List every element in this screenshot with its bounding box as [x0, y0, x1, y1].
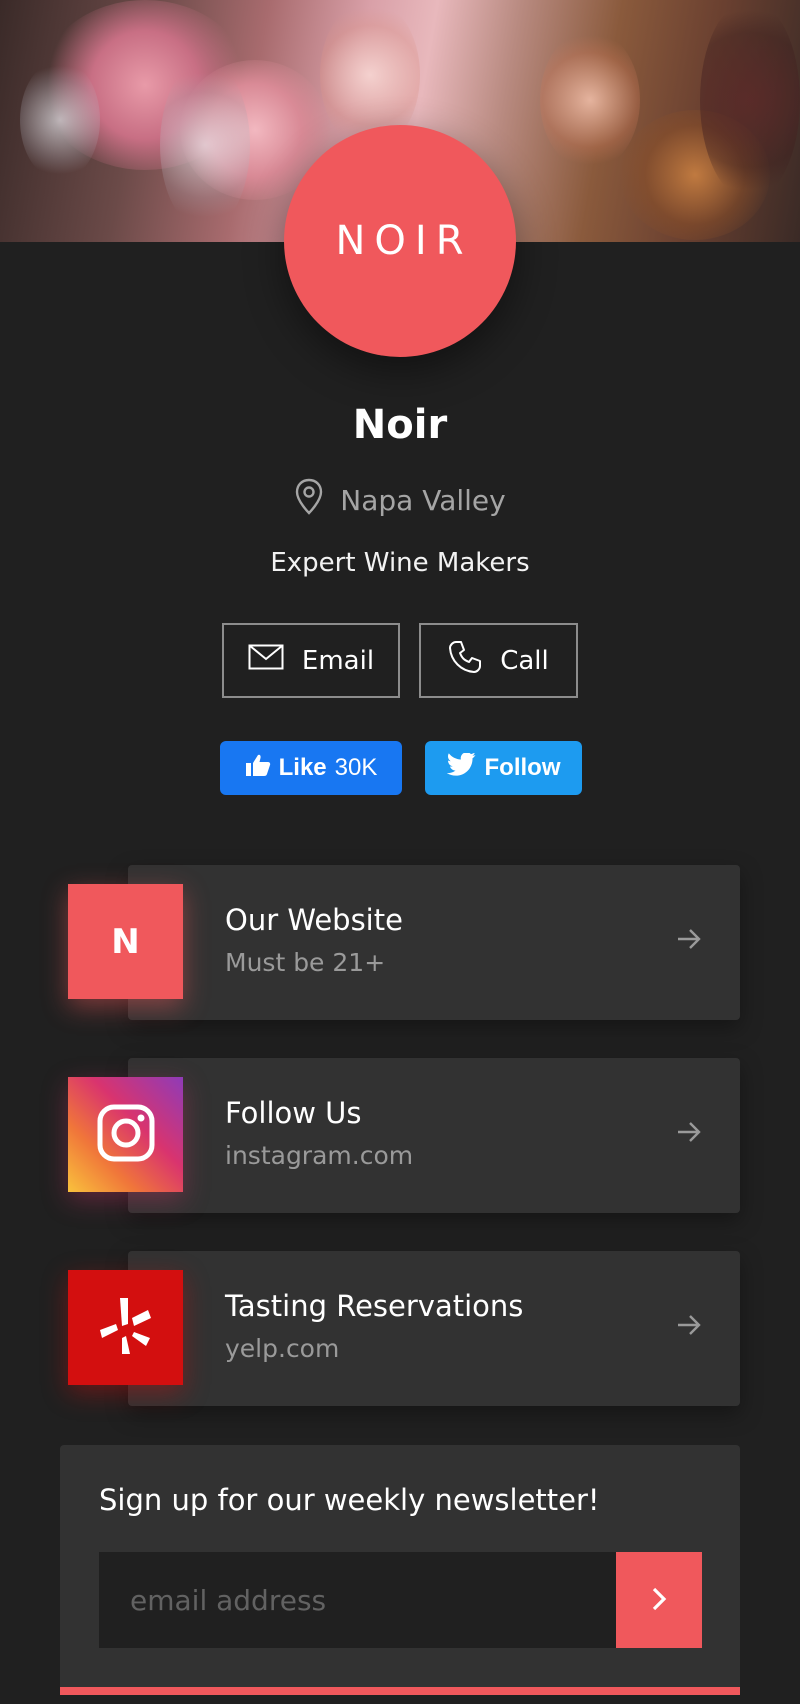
- link-title: Our Website: [225, 903, 403, 937]
- call-button-label: Call: [500, 645, 549, 676]
- yelp-tile: [68, 1270, 183, 1385]
- arrow-right-icon: [676, 924, 702, 957]
- location-text: Napa Valley: [340, 484, 506, 517]
- call-button[interactable]: Call: [419, 623, 578, 698]
- like-label: Like: [278, 754, 327, 781]
- brand-logo: NOIR: [284, 125, 516, 357]
- arrow-right-icon: [676, 1117, 702, 1150]
- yelp-icon: [98, 1296, 154, 1360]
- link-card-yelp[interactable]: [128, 1251, 740, 1406]
- newsletter-email-input[interactable]: [99, 1552, 616, 1648]
- envelope-icon: [248, 644, 284, 677]
- noir-n-icon: N: [111, 921, 140, 962]
- phone-icon: [448, 640, 482, 681]
- link-title: Tasting Reservations: [225, 1289, 524, 1323]
- website-tile: N: [68, 884, 183, 999]
- arrow-right-icon: [676, 1310, 702, 1343]
- link-subtitle: yelp.com: [225, 1334, 340, 1363]
- instagram-tile: [68, 1077, 183, 1192]
- follow-label: Follow: [484, 754, 561, 781]
- profile-location: Napa Valley: [0, 478, 800, 523]
- email-button-label: Email: [301, 645, 375, 676]
- link-card-website[interactable]: [128, 865, 740, 1020]
- link-card-instagram[interactable]: [128, 1058, 740, 1213]
- newsletter-card: Sign up for our weekly newsletter!: [60, 1445, 740, 1695]
- newsletter-submit-button[interactable]: [616, 1552, 702, 1648]
- link-subtitle: instagram.com: [225, 1141, 414, 1170]
- like-count: 30K: [334, 754, 378, 781]
- twitter-follow-button[interactable]: Follow: [425, 741, 582, 795]
- chevron-right-icon: [651, 1586, 667, 1615]
- thumbs-up-icon: [245, 753, 271, 784]
- newsletter-accent-bar: [60, 1687, 740, 1695]
- email-button[interactable]: Email: [222, 623, 400, 698]
- location-pin-icon: [294, 478, 324, 523]
- twitter-bird-icon: [446, 751, 477, 784]
- facebook-like-button[interactable]: Like 30K: [220, 741, 402, 795]
- link-title: Follow Us: [225, 1096, 362, 1130]
- newsletter-title: Sign up for our weekly newsletter!: [99, 1483, 600, 1517]
- profile-tagline: Expert Wine Makers: [270, 548, 530, 578]
- link-subtitle: Must be 21+: [225, 948, 386, 977]
- profile-name: Noir: [352, 402, 448, 448]
- instagram-icon: [97, 1104, 155, 1166]
- brand-logo-text: NOIR: [335, 218, 473, 264]
